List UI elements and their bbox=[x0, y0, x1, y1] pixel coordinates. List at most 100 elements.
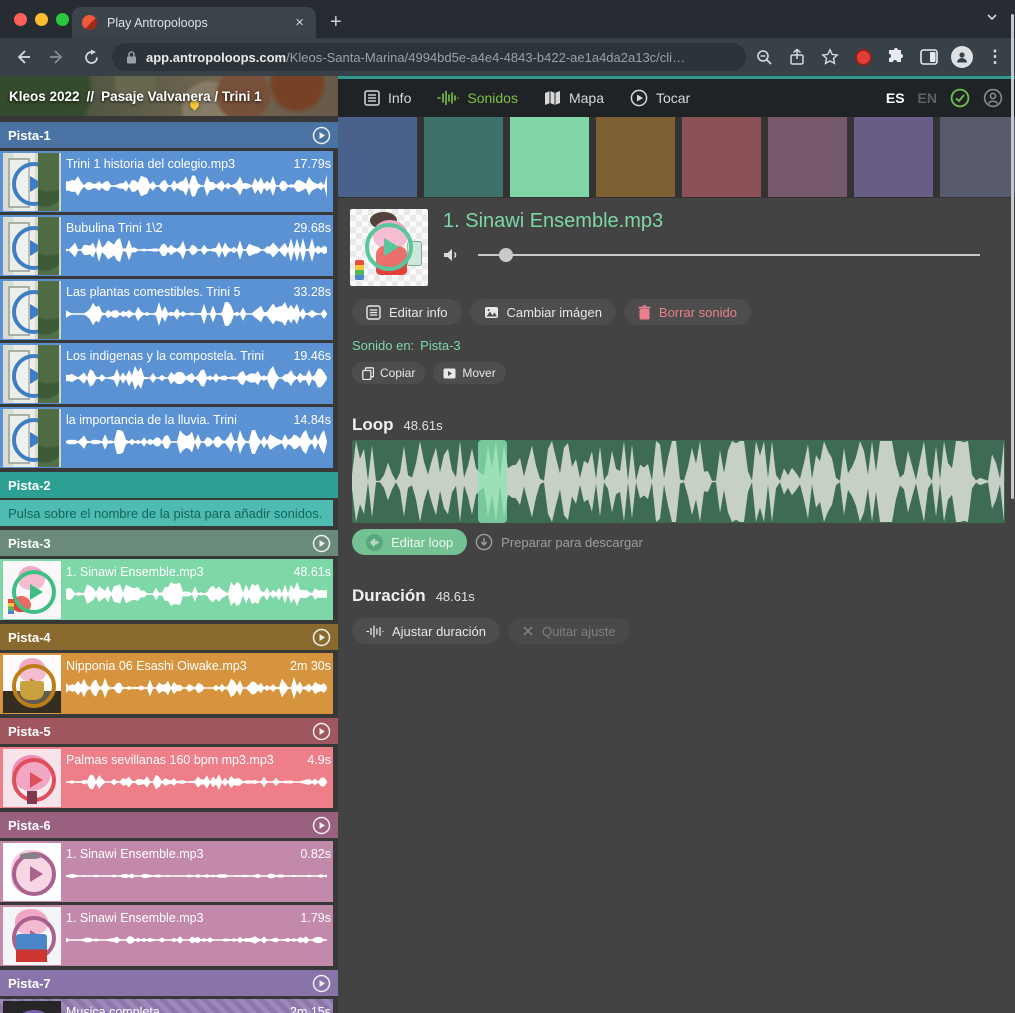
track-play-button[interactable] bbox=[312, 534, 331, 553]
side-panel-icon[interactable] bbox=[917, 45, 941, 69]
clip-waveform bbox=[66, 863, 329, 889]
tab-sonidos[interactable]: Sonidos bbox=[437, 90, 518, 106]
reload-button[interactable] bbox=[78, 44, 104, 70]
close-window-icon[interactable] bbox=[14, 13, 27, 26]
lang-en[interactable]: EN bbox=[918, 90, 937, 106]
clip-play-button[interactable] bbox=[12, 418, 56, 462]
move-icon bbox=[443, 368, 456, 379]
tab-tocar[interactable]: Tocar bbox=[630, 89, 690, 107]
browser-menu-icon[interactable]: ⋮ bbox=[983, 45, 1007, 69]
track-header[interactable]: Pista-3 bbox=[0, 530, 338, 556]
track-header[interactable]: Pista-6 bbox=[0, 812, 338, 838]
track-swatch[interactable] bbox=[424, 117, 503, 197]
track-swatch[interactable] bbox=[940, 117, 1015, 197]
track-swatch[interactable] bbox=[682, 117, 761, 197]
sound-thumbnail[interactable] bbox=[350, 209, 428, 286]
clip-play-button[interactable] bbox=[12, 570, 56, 614]
new-tab-button[interactable]: + bbox=[330, 8, 342, 36]
clip-duration: 33.28s bbox=[293, 285, 331, 299]
breadcrumb[interactable]: Kleos 2022 // Pasaje Valvanera / Trini 1 bbox=[0, 76, 338, 117]
clip-play-button[interactable] bbox=[12, 162, 56, 206]
clip-play-button[interactable] bbox=[12, 354, 56, 398]
sound-clip[interactable]: Los indigenas y la compostela. Trini 19.… bbox=[0, 343, 333, 404]
track-play-button[interactable] bbox=[312, 816, 331, 835]
track-swatch[interactable] bbox=[854, 117, 933, 197]
track-header[interactable]: Pista-1 bbox=[0, 122, 338, 148]
sound-clip[interactable]: 1. Sinawi Ensemble.mp3 1.79s bbox=[0, 905, 333, 966]
prepare-download-button[interactable]: Preparar para descargar bbox=[475, 533, 643, 551]
edit-loop-button[interactable]: Editar loop bbox=[352, 529, 467, 555]
loop-playhead[interactable] bbox=[478, 440, 507, 523]
tab-list-chevron-icon[interactable] bbox=[985, 10, 999, 24]
track-name: Pista-1 bbox=[8, 128, 51, 143]
sound-clip[interactable]: Las plantas comestibles. Trini 5 33.28s bbox=[0, 279, 333, 340]
delete-sound-button[interactable]: Borrar sonido bbox=[624, 299, 751, 325]
clip-play-button[interactable] bbox=[12, 226, 56, 270]
clip-title: Musica completa bbox=[66, 1005, 282, 1013]
track-play-button[interactable] bbox=[312, 974, 331, 993]
sound-clip[interactable]: 1. Sinawi Ensemble.mp3 0.82s bbox=[0, 841, 333, 902]
track-swatch[interactable] bbox=[338, 117, 417, 197]
tab-info[interactable]: Info bbox=[364, 90, 411, 106]
profile-avatar[interactable] bbox=[950, 45, 974, 69]
change-image-button[interactable]: Cambiar imágen bbox=[470, 299, 616, 325]
clip-waveform bbox=[66, 429, 329, 455]
bookmark-star-icon[interactable] bbox=[818, 45, 842, 69]
sound-clip[interactable]: Trini 1 historia del colegio.mp3 17.79s bbox=[0, 151, 333, 212]
track-swatch[interactable] bbox=[768, 117, 847, 197]
track-link[interactable]: Pista-3 bbox=[420, 338, 460, 353]
back-button[interactable] bbox=[10, 44, 36, 70]
adjust-duration-button[interactable]: Ajustar duración bbox=[352, 618, 500, 644]
zoom-icon[interactable] bbox=[752, 45, 776, 69]
play-icon bbox=[30, 866, 43, 882]
forward-button[interactable] bbox=[44, 44, 70, 70]
track-play-button[interactable] bbox=[312, 722, 331, 741]
address-bar[interactable]: app.antropoloops.com/Kleos-Santa-Marina/… bbox=[112, 43, 746, 71]
share-icon[interactable] bbox=[785, 45, 809, 69]
volume-slider-track[interactable] bbox=[478, 254, 980, 256]
clip-duration: 29.68s bbox=[293, 221, 331, 235]
move-button[interactable]: Mover bbox=[433, 362, 505, 384]
clip-play-button[interactable] bbox=[12, 664, 56, 708]
breadcrumb-project[interactable]: Kleos 2022 bbox=[9, 89, 80, 104]
macos-window-controls[interactable] bbox=[14, 13, 69, 26]
play-icon bbox=[30, 772, 43, 788]
track-header[interactable]: Pista-4 bbox=[0, 624, 338, 650]
volume-slider-knob[interactable] bbox=[499, 248, 513, 262]
sidebar-scrollbar[interactable] bbox=[1011, 14, 1014, 499]
tab-mapa[interactable]: Mapa bbox=[544, 90, 604, 106]
tab-close-icon[interactable]: × bbox=[293, 14, 306, 31]
track-header[interactable]: Pista-2 bbox=[0, 472, 338, 498]
track-swatch[interactable] bbox=[596, 117, 675, 197]
track-swatch[interactable] bbox=[510, 117, 589, 197]
extensions-puzzle-icon[interactable] bbox=[884, 45, 908, 69]
clip-title: 1. Sinawi Ensemble.mp3 bbox=[66, 911, 292, 925]
track-header[interactable]: Pista-5 bbox=[0, 718, 338, 744]
sound-clip[interactable]: Bubulina Trini 1\2 29.68s bbox=[0, 215, 333, 276]
sound-clip[interactable]: 1. Sinawi Ensemble.mp3 48.61s bbox=[0, 559, 333, 620]
clip-thumbnail bbox=[3, 907, 61, 965]
clip-play-button[interactable] bbox=[12, 758, 56, 802]
loop-waveform[interactable] bbox=[352, 440, 1005, 523]
track-name: Pista-5 bbox=[8, 724, 51, 739]
clip-play-button[interactable] bbox=[12, 916, 56, 960]
account-icon[interactable] bbox=[983, 88, 1003, 108]
minimize-window-icon[interactable] bbox=[35, 13, 48, 26]
edit-info-button[interactable]: Editar info bbox=[352, 299, 462, 325]
sound-clip[interactable]: Palmas sevillanas 160 bpm mp3.mp3 4.9s bbox=[0, 747, 333, 808]
clip-play-button[interactable] bbox=[12, 852, 56, 896]
track-header[interactable]: Pista-7 bbox=[0, 970, 338, 996]
sound-clip[interactable]: Nipponia 06 Esashi Oiwake.mp3 2m 30s bbox=[0, 653, 333, 714]
sound-clip[interactable]: la importancia de la lluvia. Trini 14.84… bbox=[0, 407, 333, 468]
clip-play-button[interactable] bbox=[12, 290, 56, 334]
browser-tab[interactable]: Play Antropoloops × bbox=[72, 7, 316, 38]
track-play-button[interactable] bbox=[312, 126, 331, 145]
play-sound-button[interactable] bbox=[365, 223, 413, 271]
track-play-button[interactable] bbox=[312, 628, 331, 647]
fullscreen-window-icon[interactable] bbox=[56, 13, 69, 26]
track-sidebar: Pista-1 Trini 1 historia del colegio.m bbox=[0, 116, 338, 1013]
copy-button[interactable]: Copiar bbox=[352, 362, 425, 384]
sound-clip[interactable]: Musica completa 2m 15s bbox=[0, 999, 333, 1013]
lang-es[interactable]: ES bbox=[886, 90, 905, 106]
record-extension-icon[interactable] bbox=[851, 45, 875, 69]
